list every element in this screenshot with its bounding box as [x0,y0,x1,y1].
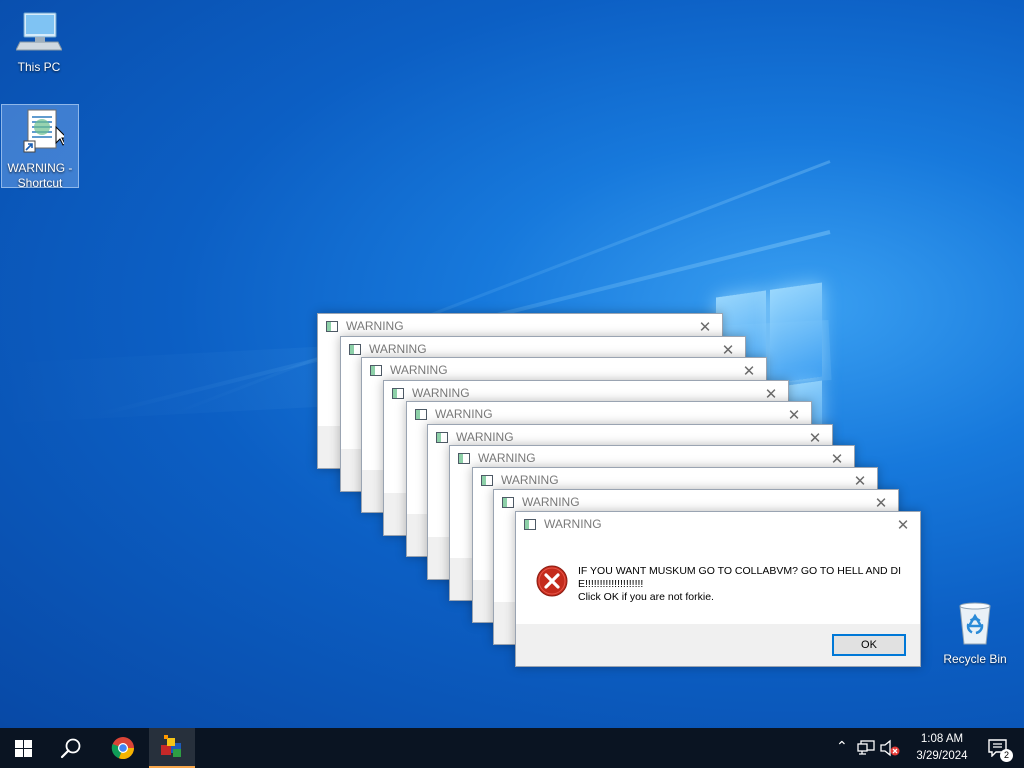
network-icon[interactable] [857,740,875,756]
start-button[interactable] [0,728,46,768]
desktop-icon-warning-shortcut[interactable]: WARNING - Shortcut [1,104,79,190]
dialog-title: WARNING [412,386,470,400]
dialog-message-line2: Click OK if you are not forkie. [578,591,714,603]
desktop-icon-label: WARNING - Shortcut [7,161,73,190]
app-window-icon [349,344,361,355]
taskbar: ⌃ 1:08 AM 3/29/2024 2 [0,728,1024,768]
warning-dialog-front[interactable]: WARNING ✕ IF YOU WANT MUSKUM GO TO COLLA… [515,511,921,667]
dialog-title: WARNING [456,430,514,444]
search-icon [60,738,81,759]
app-window-icon [415,409,427,420]
volume-muted-icon[interactable] [880,739,900,757]
recycle-bin-icon [959,602,991,645]
app-window-icon [502,497,514,508]
error-icon [536,565,568,597]
clock[interactable]: 1:08 AM 3/29/2024 [902,731,982,765]
close-button[interactable]: ✕ [888,512,918,538]
desktop-icon-label: This PC [17,60,61,74]
dialog-title: WARNING [369,342,427,356]
taskbar-app-active[interactable] [149,728,195,768]
app-window-icon [326,321,338,332]
windows-start-icon [14,739,32,757]
dialog-title: WARNING [522,495,580,509]
clock-time: 1:08 AM [920,733,964,745]
notification-badge: 2 [1000,749,1013,762]
desktop-icon-label: Recycle Bin [943,652,1007,666]
ok-button[interactable]: OK [832,634,906,656]
dialog-title: WARNING [346,319,404,333]
dialog-title: WARNING [435,407,493,421]
dialog-message-line1: IF YOU WANT MUSKUM GO TO COLLABVM? GO TO… [578,565,902,590]
search-button[interactable] [48,728,94,768]
shortcut-script-icon [23,109,69,153]
computer-icon [15,12,63,51]
app-window-icon [370,365,382,376]
dialog-title: WARNING [501,473,559,487]
app-window-icon [481,475,493,486]
app-window-icon [524,519,536,530]
dialog-footer: OK [516,624,920,666]
taskbar-app-chrome[interactable] [100,728,146,768]
dialog-message: IF YOU WANT MUSKUM GO TO COLLABVM? GO TO… [578,565,908,604]
dialog-titlebar[interactable]: WARNING ✕ [516,512,920,538]
chevron-up-icon[interactable]: ⌃ [836,739,848,755]
app-window-icon [436,432,448,443]
system-tray: ⌃ 1:08 AM 3/29/2024 2 [824,728,1024,768]
app-cubes-icon [161,735,181,757]
app-window-icon [458,453,470,464]
dialog-title: WARNING [478,451,536,465]
chrome-icon [111,737,135,760]
clock-date: 3/29/2024 [916,750,968,762]
desktop: This PC WARNING - Shortcut Recycle Bin W… [0,0,1024,728]
app-window-icon [392,388,404,399]
desktop-icon-this-pc[interactable]: This PC [1,8,77,74]
desktop-icon-recycle-bin[interactable]: Recycle Bin [937,600,1013,670]
dialog-title: WARNING [544,517,602,531]
dialog-body: IF YOU WANT MUSKUM GO TO COLLABVM? GO TO… [516,538,920,626]
dialog-title: WARNING [390,363,448,377]
